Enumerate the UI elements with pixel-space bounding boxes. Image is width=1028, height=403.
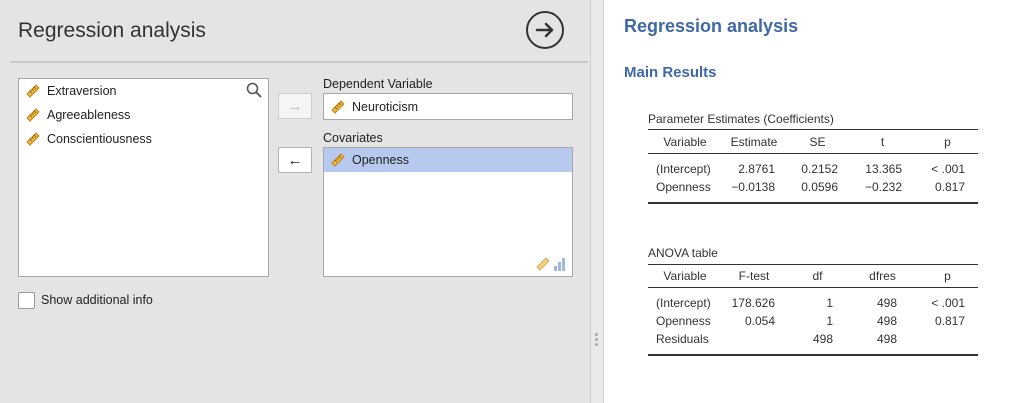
analysis-title: Regression analysis [18, 19, 206, 42]
variable-label: Conscientiousness [47, 132, 152, 146]
table-cell: 1 [826, 314, 833, 328]
table-cell: < .001 [931, 162, 965, 176]
allowed-types-icon [536, 257, 565, 271]
available-variables-list[interactable]: Extraversion Agreeableness Conscientious… [18, 78, 269, 277]
variable-label: Extraversion [47, 84, 117, 98]
column-header: Estimate [730, 135, 778, 149]
search-icon[interactable] [246, 82, 262, 98]
show-additional-info-checkbox[interactable] [18, 292, 35, 309]
table-rule [648, 129, 978, 130]
column-header: dfres [869, 269, 896, 283]
show-additional-info-label: Show additional info [41, 293, 153, 307]
column-header: p [944, 135, 951, 149]
table-cell: 178.626 [731, 296, 775, 310]
covariates-label: Covariates [323, 131, 383, 145]
table-cell: 2.8761 [738, 162, 775, 176]
variable-label: Neuroticism [352, 100, 418, 114]
table-rule [648, 354, 978, 356]
dependent-variable-label: Dependent Variable [323, 77, 433, 91]
param-table-caption: Parameter Estimates (Coefficients) [648, 112, 834, 126]
table-cell: Openness [656, 314, 711, 328]
column-header: SE [809, 135, 826, 149]
dependent-variable-field[interactable]: Neuroticism [323, 93, 573, 120]
results-subtitle: Main Results [624, 64, 717, 81]
table-cell: (Intercept) [656, 296, 711, 310]
continuous-variable-icon [26, 132, 40, 146]
table-cell: 498 [812, 332, 833, 346]
continuous-variable-icon [26, 84, 40, 98]
table-cell: −0.0138 [731, 180, 775, 194]
move-from-covariates-button[interactable]: ← [278, 147, 312, 173]
table-cell: 498 [876, 296, 897, 310]
move-to-dependent-button[interactable]: → [278, 93, 312, 119]
table-rule [648, 264, 978, 265]
arrow-right-icon [535, 22, 554, 38]
table-rule [648, 202, 978, 204]
column-header: F-test [738, 269, 770, 283]
column-header: df [812, 269, 823, 283]
table-rule [648, 287, 978, 288]
table-cell: 0.054 [744, 314, 775, 328]
variable-label: Agreeableness [47, 108, 131, 122]
table-cell: 498 [876, 314, 897, 328]
table-cell: 13.365 [865, 162, 902, 176]
list-item[interactable]: Conscientiousness [25, 131, 152, 147]
table-cell: < .001 [931, 296, 965, 310]
list-item[interactable]: Neuroticism [330, 99, 418, 115]
column-header: t [880, 135, 885, 149]
table-rule [648, 153, 978, 154]
continuous-variable-icon [26, 108, 40, 122]
variable-label: Openness [352, 153, 409, 167]
list-item[interactable]: Extraversion [25, 83, 116, 99]
list-item[interactable]: Agreeableness [25, 107, 130, 123]
list-item[interactable]: Openness [324, 148, 572, 172]
table-cell: (Intercept) [656, 162, 711, 176]
table-cell: 0.817 [934, 314, 965, 328]
table-cell: 498 [876, 332, 897, 346]
table-cell: 0.2152 [801, 162, 838, 176]
results-title: Regression analysis [624, 16, 799, 36]
options-panel: Regression analysis Extraversion Agreeab… [0, 0, 590, 403]
splitter-grip-icon [595, 333, 599, 348]
table-cell: Residuals [656, 332, 709, 346]
column-header: p [944, 269, 951, 283]
title-divider [10, 61, 588, 63]
continuous-variable-icon [331, 153, 345, 167]
table-cell: 0.0596 [801, 180, 838, 194]
table-cell: −0.232 [864, 180, 902, 194]
covariates-list[interactable]: Openness [323, 147, 573, 277]
anova-table-caption: ANOVA table [648, 246, 718, 260]
run-button[interactable] [526, 11, 564, 49]
panel-splitter[interactable] [590, 0, 604, 403]
table-cell: 1 [826, 296, 833, 310]
table-cell: Openness [656, 180, 711, 194]
continuous-variable-icon [331, 100, 345, 114]
column-header: Variable [663, 135, 707, 149]
table-cell: 0.817 [934, 180, 965, 194]
column-header: Variable [663, 269, 707, 283]
